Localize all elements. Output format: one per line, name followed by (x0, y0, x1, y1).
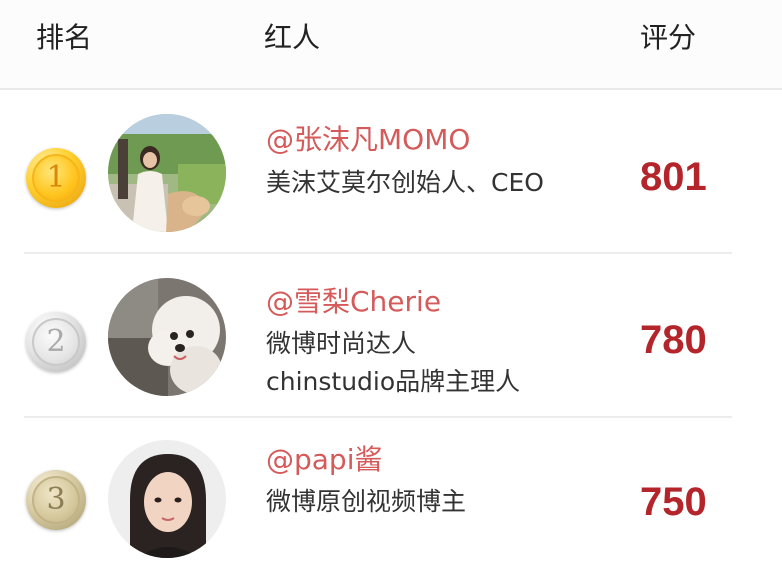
avatar[interactable] (108, 440, 226, 558)
avatar-photo (108, 114, 226, 232)
influencer-handle[interactable]: @papi酱 (266, 442, 383, 478)
bronze-medal-icon: 3 (26, 470, 86, 530)
score-column-header: 评分 (640, 21, 697, 54)
score-value: 780 (640, 318, 707, 362)
influencer-description: 美沫艾莫尔创始人、CEO (266, 168, 544, 197)
table-row[interactable]: 2 @雪梨Cherie 微博时尚达人 chinstudio品牌主理人 780 (0, 256, 782, 418)
row-divider (24, 252, 732, 254)
rank-number: 1 (32, 154, 80, 202)
influencer-description: 微博原创视频博主 (266, 487, 467, 516)
influencer-column-header: 红人 (264, 21, 321, 54)
influencer-handle[interactable]: @张沫凡MOMO (266, 122, 470, 158)
score-value: 750 (640, 480, 707, 524)
table-row[interactable]: 1 @张沫凡MOMO 美沫艾莫尔创始人、CEO 801 (0, 92, 782, 254)
avatar[interactable] (108, 114, 226, 232)
avatar-photo (108, 440, 226, 558)
rank-column-header: 排名 (36, 21, 93, 54)
influencer-description-line-1: 微博时尚达人 (266, 329, 417, 358)
table-row[interactable]: 3 @papi酱 微博原创视频博主 750 (0, 420, 782, 580)
rank-number: 2 (32, 318, 80, 366)
score-value: 801 (640, 155, 707, 199)
silver-medal-icon: 2 (26, 312, 86, 372)
row-divider (24, 416, 732, 418)
table-header: 排名 红人 评分 (0, 0, 782, 90)
avatar-photo (108, 278, 226, 396)
gold-medal-icon: 1 (26, 148, 86, 208)
avatar[interactable] (108, 278, 226, 396)
influencer-handle[interactable]: @雪梨Cherie (266, 284, 441, 320)
ranking-list: 排名 红人 评分 1 @张沫凡MOMO 美沫艾莫尔创始人、CEO 801 2 @… (0, 0, 782, 580)
rank-number: 3 (32, 476, 80, 524)
influencer-description-line-2: chinstudio品牌主理人 (266, 367, 521, 396)
